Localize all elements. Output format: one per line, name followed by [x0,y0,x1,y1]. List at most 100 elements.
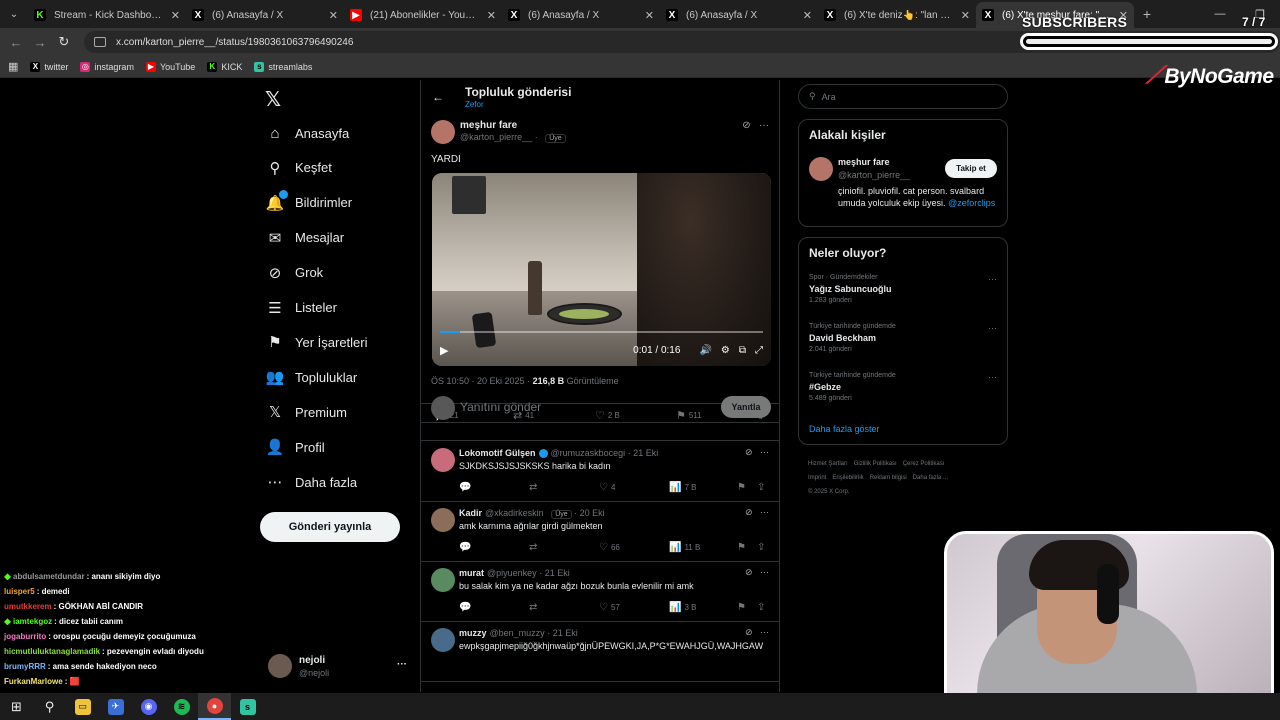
browser-tab[interactable]: X (6) Anasayfa / X ✕ [186,2,344,28]
like-button[interactable]: ♡ 57 [599,602,620,613]
more-dots-icon[interactable]: ··· [397,659,407,670]
trend-item[interactable]: Spor · Gündemdekiler Yağız Sabuncuoğlu 1… [809,274,999,304]
repost-button[interactable]: ⇄ [529,542,540,553]
reply-handle[interactable]: @xkadirkeskin [485,508,544,518]
forward-nav-button[interactable]: → [28,35,52,50]
close-icon[interactable]: ✕ [803,9,812,22]
browser-tab[interactable]: X (6) X'te deniz👆: "lan nejoli ner ✕ [818,2,976,28]
more-dots-icon[interactable]: ··· [760,507,769,517]
views-button[interactable]: 📊 11 B [669,542,700,553]
repost-button[interactable]: ⇄ [529,602,540,613]
close-icon[interactable]: ✕ [329,9,338,22]
avatar[interactable] [431,120,455,144]
fullscreen-icon[interactable]: ⤢ [755,345,763,356]
like-button[interactable]: ♡ 66 [599,542,620,553]
nav-item-premium[interactable]: 𝕏 Premium [266,400,347,424]
footer-link[interactable]: Imprint [808,475,826,481]
reply-button[interactable]: 💬 [459,482,474,493]
views-button[interactable]: 📊 3 B [669,602,696,613]
back-nav-button[interactable]: ← [4,35,28,50]
repost-button[interactable]: ⇄ [529,482,540,493]
bookmark-youtube[interactable]: ▶ YouTube [145,61,195,72]
bookmark-twitter[interactable]: Xtwitter [30,61,68,72]
grok-icon[interactable]: ⊘ [745,567,753,577]
show-more-link[interactable]: Daha fazla göster [809,424,880,434]
author-handle[interactable]: @karton_pierre__ · Üye [460,132,566,143]
reply-author[interactable]: Kadir [459,508,482,518]
like-button[interactable]: ♡ 4 [599,482,615,493]
reply-button[interactable]: 💬 [459,602,474,613]
chat-username[interactable]: hicmutluluktanaglamadik [4,647,100,656]
reply-date[interactable]: · 20 Eki [574,508,605,518]
browser-tab[interactable]: X (6) Anasayfa / X ✕ [660,2,818,28]
reply-input[interactable]: Yanıtını gönder [460,400,541,414]
back-arrow-icon[interactable]: ← [432,90,444,104]
dock-icon[interactable]: ⧉ [739,345,746,356]
chat-username[interactable]: luisper5 [4,587,35,596]
follow-button[interactable]: Takip et [945,159,997,178]
bookmark-instagram[interactable]: ◎ instagram [80,61,134,72]
close-icon[interactable]: ✕ [961,9,970,22]
video-progress-bar[interactable] [440,331,763,333]
reply-handle[interactable]: @piyuenkey [487,568,537,578]
footer-link[interactable]: Hizmet Şartları [808,461,848,467]
reply-post[interactable]: Lokomotif Gülşen @rumuzaskbocegi · 21 Eki… [421,442,779,502]
post-timestamp[interactable]: ÖS 10:50 · 20 Eki 2025 · [431,376,533,386]
minimize-button[interactable]: — [1200,8,1240,20]
avatar[interactable] [431,448,455,472]
reply-handle[interactable]: @ben_muzzy [490,628,545,638]
grok-icon[interactable]: ⊘ [745,627,753,637]
settings-gear-icon[interactable]: ⚙ [721,345,730,356]
grok-icon[interactable]: ⊘ [745,447,753,457]
share-button[interactable]: ⇪ [757,602,768,613]
more-dots-icon[interactable]: ··· [988,323,997,333]
search-input[interactable]: ⚲ Ara [798,84,1008,109]
grok-icon[interactable]: ⊘ [742,120,750,131]
avatar[interactable] [431,508,455,532]
nav-item-profil[interactable]: 👤 Profil [266,435,325,459]
related-handle[interactable]: @karton_pierre__ [838,170,910,180]
reply-author[interactable]: muzzy [459,628,487,638]
bookmark-button[interactable]: ⚑ [737,542,749,553]
share-button[interactable]: ⇪ [757,482,768,493]
avatar[interactable] [431,568,455,592]
more-dots-icon[interactable]: ··· [759,120,769,131]
share-button[interactable]: ⇪ [757,542,768,553]
browser-tab[interactable]: K Stream - Kick Dashboard ✕ [28,2,186,28]
nav-item-bildirimler[interactable]: 🔔 Bildirimler [266,189,352,215]
reply-date[interactable]: · 21 Eki [547,628,578,638]
x-logo-icon[interactable]: 𝕏 [265,87,281,112]
reply-author[interactable]: Lokomotif Gülşen [459,448,536,458]
spotify-icon[interactable]: ≋ [165,693,198,720]
close-icon[interactable]: ✕ [171,9,180,22]
footer-link[interactable]: © 2025 X Corp. [808,489,849,495]
discord-icon[interactable]: ◉ [132,693,165,720]
tab-search-button[interactable]: ⌄ [0,0,28,28]
nav-item-listeler[interactable]: ☰ Listeler [266,296,337,320]
reply-post[interactable]: murat @piyuenkey · 21 Eki ⊘ ··· bu salak … [421,562,779,622]
related-name[interactable]: meşhur fare [838,157,890,167]
chrome-icon[interactable]: ● [198,693,231,720]
browser-tab[interactable]: X (6) Anasayfa / X ✕ [502,2,660,28]
avatar[interactable] [431,628,455,652]
reply-date[interactable]: · 21 Eki [628,448,659,458]
trend-item[interactable]: Türkiye tarihinde gündemde #Gebze 5.489 … [809,372,999,402]
more-dots-icon[interactable]: ··· [760,447,769,457]
chat-username[interactable]: iamtekgoz [13,617,52,626]
footer-link[interactable]: Gizlilik Politikası [854,461,897,467]
apps-grid-icon[interactable]: ▦ [8,60,18,73]
reply-date[interactable]: · 21 Eki [539,568,570,578]
nav-item-grok[interactable]: ⊘ Grok [266,261,323,285]
reload-button[interactable]: ↻ [52,34,76,50]
bookmark-button[interactable]: ⚑ [737,482,749,493]
trend-item[interactable]: Türkiye tarihinde gündemde David Beckham… [809,323,999,353]
nav-item-topluluklar[interactable]: 👥 Topluluklar [266,365,358,389]
close-icon[interactable]: ✕ [487,9,496,22]
author-name[interactable]: meşhur fare [460,120,517,131]
views-button[interactable]: 📊 7 B [669,482,696,493]
windows-start-icon[interactable]: ⊞ [0,693,33,720]
reply-post[interactable]: Kadir @xkadirkeskin Üye · 20 Eki ⊘ ··· am… [421,502,779,562]
grok-icon[interactable]: ⊘ [745,507,753,517]
app-icon[interactable]: ✈ [99,693,132,720]
avatar[interactable] [809,157,833,181]
